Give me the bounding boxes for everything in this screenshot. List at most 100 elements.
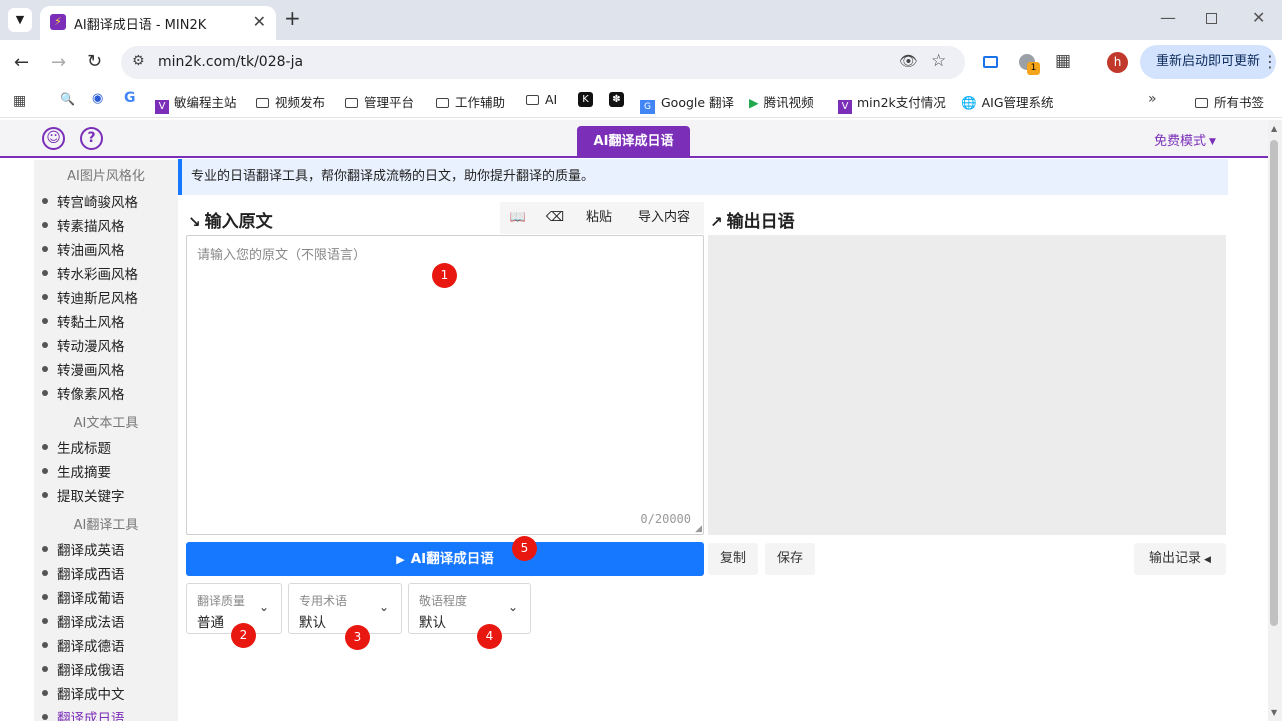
cast-icon[interactable] — [983, 56, 998, 68]
forward-icon[interactable]: → — [51, 52, 66, 73]
bookmark-video-publish[interactable]: 视频发布 — [256, 92, 325, 111]
bookmark-tencent-video[interactable]: ▶ 腾讯视频 — [749, 92, 814, 111]
char-counter: 0/20000 — [640, 512, 691, 526]
extensions-puzzle-icon[interactable]: ▦ — [1055, 51, 1071, 71]
reload-icon[interactable]: ↻ — [87, 51, 102, 72]
output-area[interactable] — [708, 235, 1226, 535]
top-navigation: ☺ ? AI翻译成日语 免费模式 ▼ — [0, 120, 1268, 158]
page-title-tab[interactable]: AI翻译成日语 — [577, 126, 690, 158]
annotation-badge-5: 5 — [512, 536, 537, 561]
caret-down-icon: ▼ — [1209, 137, 1216, 147]
mode-dropdown[interactable]: 免费模式 ▼ — [1154, 130, 1216, 149]
bookmark-star-icon[interactable]: ☆ — [931, 51, 946, 71]
sidebar-item-oil[interactable]: 转油画风格 — [42, 239, 125, 259]
arrow-down-right-icon: ↘ — [188, 213, 201, 231]
bookmark-admin-platform[interactable]: 管理平台 — [345, 92, 414, 111]
menu-kebab-icon[interactable]: ⋮ — [1262, 52, 1278, 71]
sidebar-item-english[interactable]: 翻译成英语 — [42, 539, 125, 559]
sidebar-section-translate: AI翻译工具 — [73, 518, 139, 533]
terminology-select[interactable]: 专用术语 默认 ⌄ — [288, 583, 402, 634]
caret-left-icon: ◀ — [1204, 555, 1211, 565]
sidebar-item-french[interactable]: 翻译成法语 — [42, 611, 125, 631]
help-icon[interactable]: ? — [80, 127, 103, 150]
save-button[interactable]: 保存 — [765, 543, 815, 575]
sidebar-item-comic[interactable]: 转漫画风格 — [42, 359, 125, 379]
bookmark-google-translate[interactable]: G Google 翻译 — [640, 92, 734, 114]
sidebar-item-miyazaki[interactable]: 转宫崎骏风格 — [42, 191, 138, 211]
active-tab[interactable]: ⚡ AI翻译成日语 - MIN2K ✕ — [40, 6, 276, 40]
translate-button[interactable]: ▶ AI翻译成日语 — [186, 542, 704, 576]
scrollbar-thumb[interactable] — [1270, 140, 1278, 626]
browser-toolbar: ← → ↻ ⚙ min2k.com/tk/028-ja 👁 ☆ 1 ▦ h 重新… — [0, 40, 1282, 84]
sidebar-item-anime[interactable]: 转动漫风格 — [42, 335, 125, 355]
sidebar-item-german[interactable]: 翻译成德语 — [42, 635, 125, 655]
scroll-up-icon[interactable]: ▲ — [1271, 124, 1277, 133]
openai-bookmark-icon[interactable]: ✽ — [609, 92, 624, 107]
book-icon[interactable]: 📖 — [500, 202, 536, 234]
play-icon: ▶ — [749, 95, 759, 110]
annotation-badge-1: 1 — [432, 263, 457, 288]
more-bookmarks-icon[interactable]: » — [1148, 91, 1157, 107]
tab-strip: ▼ ⚡ AI翻译成日语 - MIN2K ✕ + — ✕ — [0, 0, 1282, 40]
sidebar-item-portuguese[interactable]: 翻译成葡语 — [42, 587, 125, 607]
output-header: ↗ 输出日语 — [710, 212, 795, 232]
update-button[interactable]: 重新启动即可更新 — [1140, 45, 1276, 79]
close-window-button[interactable]: ✕ — [1252, 8, 1265, 27]
apps-grid-icon[interactable]: ▦ — [13, 93, 26, 109]
minimize-button[interactable]: — — [1160, 8, 1176, 27]
sidebar-item-clay[interactable]: 转黏土风格 — [42, 311, 125, 331]
translate-icon: G — [640, 100, 655, 114]
paw-bookmark-icon[interactable]: ◉ — [92, 91, 103, 106]
sidebar-item-disney[interactable]: 转迪斯尼风格 — [42, 287, 138, 307]
address-bar[interactable]: ⚙ min2k.com/tk/028-ja 👁 ☆ — [121, 46, 965, 79]
sidebar-item-russian[interactable]: 翻译成俄语 — [42, 659, 125, 679]
clear-basket-icon[interactable]: ⌫ — [536, 202, 574, 234]
new-tab-button[interactable]: + — [284, 6, 301, 30]
bookmark-min2k-main[interactable]: V 敏编程主站 — [155, 92, 237, 114]
min2k-icon: V — [838, 100, 852, 114]
sidebar-section-text: AI文本工具 — [73, 416, 139, 431]
bookmark-work-helper[interactable]: 工作辅助 — [436, 92, 505, 111]
select-value: 默认 — [299, 615, 326, 631]
select-label: 专用术语 — [299, 594, 348, 608]
honorific-select[interactable]: 敬语程度 默认 ⌄ — [408, 583, 531, 634]
sidebar-item-japanese[interactable]: 翻译成日语 — [42, 707, 125, 721]
input-header: ↘ 输入原文 — [188, 212, 273, 232]
all-bookmarks[interactable]: 所有书签 — [1195, 92, 1264, 111]
sidebar-item-watercolor[interactable]: 转水彩画风格 — [42, 263, 138, 283]
tab-search-button[interactable]: ▼ — [8, 8, 32, 32]
sidebar-item-summary[interactable]: 生成摘要 — [42, 461, 111, 481]
copy-button[interactable]: 复制 — [708, 543, 758, 575]
scroll-down-icon[interactable]: ▼ — [1271, 708, 1277, 717]
back-icon[interactable]: ← — [14, 52, 29, 73]
chevron-down-icon: ⌄ — [507, 600, 518, 614]
sidebar-item-sketch[interactable]: 转素描风格 — [42, 215, 125, 235]
select-label: 翻译质量 — [197, 594, 246, 608]
google-bookmark-icon[interactable]: G — [124, 90, 136, 106]
site-settings-icon[interactable]: ⚙ — [132, 53, 145, 69]
sidebar-item-chinese[interactable]: 翻译成中文 — [42, 683, 125, 703]
maximize-button[interactable] — [1206, 13, 1217, 24]
sidebar-item-pixel[interactable]: 转像素风格 — [42, 383, 125, 403]
sidebar-section-image: AI图片风格化 — [67, 169, 145, 184]
sidebar-item-title[interactable]: 生成标题 — [42, 437, 111, 457]
profile-avatar[interactable]: h — [1107, 52, 1128, 73]
bookmark-min2k-payment[interactable]: Vmin2k支付情况 — [838, 92, 946, 114]
history-button[interactable]: 输出记录 ◀ — [1134, 543, 1226, 575]
eye-off-icon[interactable]: 👁 — [899, 52, 918, 70]
sidebar-item-spanish[interactable]: 翻译成西语 — [42, 563, 125, 583]
k-bookmark-icon[interactable]: K — [578, 92, 593, 107]
tool-description: 专业的日语翻译工具，帮你翻译成流畅的日文，助你提升翻译的质量。 — [178, 159, 1228, 195]
extension-badge: 1 — [1027, 62, 1040, 75]
resize-handle-icon[interactable]: ◢ — [695, 524, 702, 534]
paste-button[interactable]: 粘贴 — [574, 202, 624, 234]
bookmark-ai[interactable]: AI — [526, 92, 557, 107]
sidebar-item-keywords[interactable]: 提取关键字 — [42, 485, 125, 505]
user-icon[interactable]: ☺ — [42, 127, 65, 150]
search-bookmark-icon[interactable]: 🔍 — [60, 92, 75, 106]
globe-icon: 🌐 — [961, 95, 977, 110]
bookmark-aig-admin[interactable]: 🌐 AIG管理系统 — [961, 92, 1054, 111]
close-tab-icon[interactable]: ✕ — [253, 12, 266, 31]
page-content: ☺ ? AI翻译成日语 免费模式 ▼ AI图片风格化 转宫崎骏风格 转素描风格 转… — [0, 120, 1268, 721]
import-content-button[interactable]: 导入内容 — [624, 202, 704, 234]
